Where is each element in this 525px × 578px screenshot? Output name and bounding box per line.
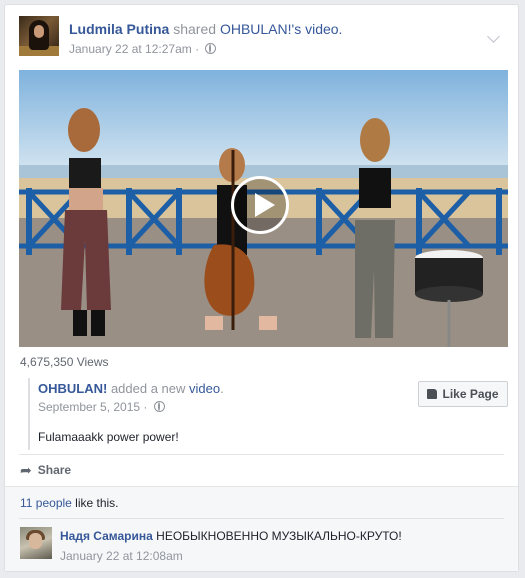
post-timestamp[interactable]: January 22 at 12:27am: [69, 42, 192, 56]
likes-count-link[interactable]: 11 people: [20, 496, 72, 510]
divider: [19, 518, 504, 519]
shared-text: shared: [173, 21, 217, 37]
feed-post: Ludmila Putina shared OHBULAN!'s video. …: [4, 4, 519, 572]
feedback-section: 11 people like this. Надя Самарина НЕОБЫ…: [5, 486, 518, 571]
shared-post-date[interactable]: September 5, 2015: [38, 400, 140, 414]
share-label: Share: [37, 463, 72, 477]
chevron-down-icon[interactable]: [487, 30, 500, 43]
shared-source-link[interactable]: OHBULAN!: [220, 21, 292, 37]
comment-timestamp[interactable]: January 22 at 12:08am: [60, 549, 183, 563]
share-arrow-icon: ➦: [20, 461, 32, 478]
view-count: 4,675,350 Views: [20, 355, 109, 369]
shared-post-title: OHBULAN! added a new video.: [38, 381, 224, 396]
globe-icon[interactable]: [153, 401, 165, 412]
post-title: Ludmila Putina shared OHBULAN!'s video.: [69, 21, 342, 37]
video-player[interactable]: [19, 70, 508, 347]
comment-body: Надя Самарина НЕОБЫКНОВЕННО МУЗЫКАЛЬНО-К…: [60, 529, 402, 543]
divider: [19, 454, 504, 455]
thumbs-up-icon: [427, 389, 438, 399]
comment-text: НЕОБЫКНОВЕННО МУЗЫКАЛЬНО-КРУТО!: [156, 529, 402, 543]
like-page-button[interactable]: Like Page: [418, 381, 508, 407]
commenter-name-link[interactable]: Надя Самарина: [60, 529, 153, 543]
play-icon[interactable]: [231, 176, 289, 234]
page-name-link[interactable]: OHBULAN!: [38, 381, 107, 396]
author-name-link[interactable]: Ludmila Putina: [69, 21, 169, 37]
action-text: added a new: [110, 381, 186, 396]
share-button[interactable]: ➦ Share: [20, 460, 71, 480]
shared-suffix: 's video.: [291, 21, 343, 37]
meta-separator: ·: [143, 400, 148, 414]
action-end: .: [220, 381, 224, 396]
globe-icon[interactable]: [205, 43, 217, 54]
shared-post-meta: September 5, 2015 ·: [38, 400, 165, 414]
likes-summary: 11 people like this.: [20, 496, 119, 510]
like-page-label: Like Page: [442, 387, 499, 401]
post-meta: January 22 at 12:27am ·: [69, 42, 217, 56]
author-avatar[interactable]: [19, 16, 59, 56]
commenter-avatar[interactable]: [20, 527, 52, 559]
shared-post-text: Fulamaaakk power power!: [38, 430, 179, 444]
likes-suffix: like this.: [75, 496, 119, 510]
video-link[interactable]: video: [189, 381, 220, 396]
post-header: Ludmila Putina shared OHBULAN!'s video. …: [19, 16, 504, 60]
meta-separator: ·: [195, 42, 200, 56]
